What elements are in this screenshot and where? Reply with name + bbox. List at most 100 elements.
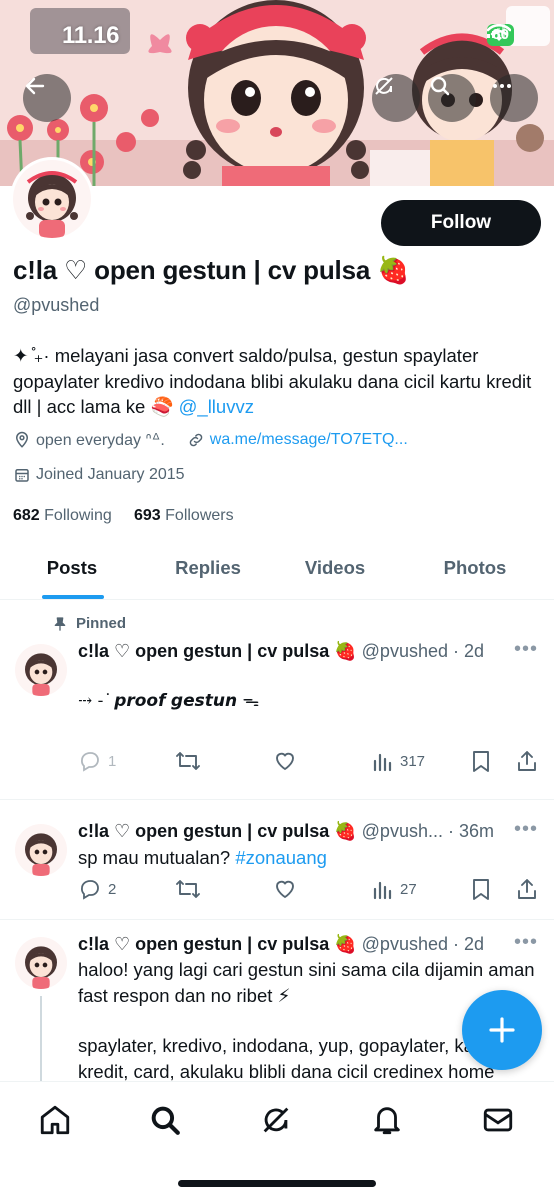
grok-icon [375, 77, 393, 95]
hashtag-link[interactable]: #zonauang [235, 847, 327, 868]
profile-meta-row: open everyday ᐢᐞ. wa.me/message/TO7ETQ..… [13, 430, 408, 450]
profile-handle: @pvushed [13, 295, 100, 315]
avatar-illustration [15, 644, 67, 696]
like-action[interactable] [273, 877, 297, 901]
share-action[interactable] [515, 877, 539, 901]
avatar-illustration [15, 824, 67, 876]
bio-mention-link[interactable]: @_lluvvz [179, 396, 254, 417]
share-icon [518, 751, 536, 771]
nav-search[interactable] [145, 1100, 185, 1140]
profile-banner[interactable]: 11.16 80 [0, 0, 554, 186]
profile-bio: ✦ ̊₊· melayani jasa convert saldo/pulsa,… [13, 343, 543, 420]
home-indicator[interactable] [178, 1180, 376, 1187]
bookmark-action[interactable] [470, 749, 492, 773]
bookmark-icon [473, 879, 489, 900]
post-header: c!la ♡ open gestun | cv pulsa 🍓 @pvushed… [78, 641, 484, 662]
followers-count: 693 [133, 507, 161, 524]
nav-grok[interactable] [256, 1100, 296, 1140]
share-action[interactable] [515, 749, 539, 773]
mail-icon [483, 1108, 513, 1132]
post-text: ⤏ ‐ ͘ 𝙥𝙧𝙤𝙤𝙛 𝙜𝙚𝙨𝙩𝙪𝙣 ᯓ [78, 691, 260, 711]
nav-messages[interactable] [478, 1100, 518, 1140]
follow-button[interactable]: Follow [381, 200, 541, 246]
bookmark-icon [473, 751, 489, 772]
back-button[interactable] [23, 74, 71, 122]
profile-display-name: c!la ♡ open gestun | cv pulsa 🍓 [13, 255, 410, 285]
profile-joined-row: Joined January 2015 [13, 466, 185, 484]
pinned-label: Pinned [76, 615, 127, 632]
post-author-name[interactable]: c!la ♡ open gestun | cv pulsa 🍓 [78, 641, 357, 661]
tab-replies[interactable]: Replies [158, 543, 258, 599]
reply-count: 1 [108, 752, 117, 770]
tab-posts[interactable]: Posts [22, 543, 122, 599]
status-icons: 80 [487, 24, 514, 46]
profile-counts: 682 Following 693 Followers [13, 507, 234, 525]
following-label: Following [44, 507, 112, 524]
post-avatar[interactable] [15, 937, 67, 989]
compose-button[interactable] [462, 990, 542, 1070]
views-count: 317 [400, 752, 426, 770]
profile-tabs: Posts Replies Videos Photos [0, 543, 554, 600]
reply-action[interactable]: 1 [78, 749, 116, 773]
active-tab-indicator [42, 595, 104, 599]
repost-action[interactable] [175, 749, 201, 773]
more-icon [493, 84, 511, 88]
profile-joined-date: Joined January 2015 [36, 466, 185, 483]
following-link[interactable]: 682 Following [13, 507, 112, 524]
repost-action[interactable] [175, 877, 201, 901]
post-text: sp mau mutualan? #zonauang [78, 845, 543, 871]
status-time: 11.16 [62, 22, 120, 49]
profile-location: open everyday ᐢᐞ. [36, 432, 165, 449]
post-meta: @pvushed · 2d [361, 934, 484, 954]
search-button[interactable] [428, 74, 476, 122]
views-icon [373, 753, 392, 772]
post-more-button[interactable]: ••• [514, 638, 538, 661]
pinned-indicator: Pinned [52, 615, 126, 632]
nav-notifications[interactable] [367, 1100, 407, 1140]
pin-icon [54, 616, 66, 631]
location-icon [15, 431, 29, 448]
tab-photos[interactable]: Photos [425, 543, 525, 599]
back-arrow-icon [25, 77, 45, 95]
views-icon [373, 881, 392, 900]
profile-avatar[interactable] [10, 157, 94, 241]
heart-icon [276, 880, 294, 899]
repost-icon [176, 880, 200, 898]
calendar-icon [15, 469, 29, 482]
share-icon [518, 879, 536, 899]
followers-label: Followers [165, 507, 234, 524]
bell-icon [374, 1107, 400, 1135]
thread-line [40, 996, 42, 1086]
grok-button[interactable] [372, 74, 420, 122]
post-body: sp mau mutualan? [78, 847, 236, 868]
avatar-illustration [15, 937, 67, 989]
repost-icon [176, 752, 200, 770]
plus-icon [489, 1017, 515, 1043]
post-meta: @pvushed · 2d [361, 641, 484, 661]
like-action[interactable] [273, 749, 297, 773]
more-options-button[interactable] [490, 74, 538, 122]
heart-icon [276, 752, 294, 771]
post-header: c!la ♡ open gestun | cv pulsa 🍓 @pvush..… [78, 821, 494, 842]
post-avatar[interactable] [15, 824, 67, 876]
post-author-name[interactable]: c!la ♡ open gestun | cv pulsa 🍓 [78, 934, 357, 954]
avatar-illustration [13, 160, 91, 238]
views-action[interactable]: 317 [372, 749, 425, 773]
post-meta: @pvush... · 36m [361, 821, 494, 841]
reply-icon [81, 880, 99, 900]
reply-action[interactable]: 2 [78, 877, 116, 901]
followers-link[interactable]: 693 Followers [134, 507, 234, 524]
post-author-name[interactable]: c!la ♡ open gestun | cv pulsa 🍓 [78, 821, 357, 841]
post-avatar[interactable] [15, 644, 67, 696]
bookmark-action[interactable] [470, 877, 492, 901]
post-more-button[interactable]: ••• [514, 818, 538, 841]
bio-text: ✦ ̊₊· melayani jasa convert saldo/pulsa,… [13, 345, 532, 417]
reply-icon [81, 752, 99, 772]
nav-home[interactable] [35, 1100, 75, 1140]
tab-videos[interactable]: Videos [285, 543, 385, 599]
views-action[interactable]: 27 [372, 877, 417, 901]
wifi-icon [487, 24, 512, 41]
post-more-button[interactable]: ••• [514, 931, 538, 954]
profile-website-link[interactable]: wa.me/message/TO7ETQ... [210, 431, 408, 449]
search-icon [151, 1106, 180, 1135]
